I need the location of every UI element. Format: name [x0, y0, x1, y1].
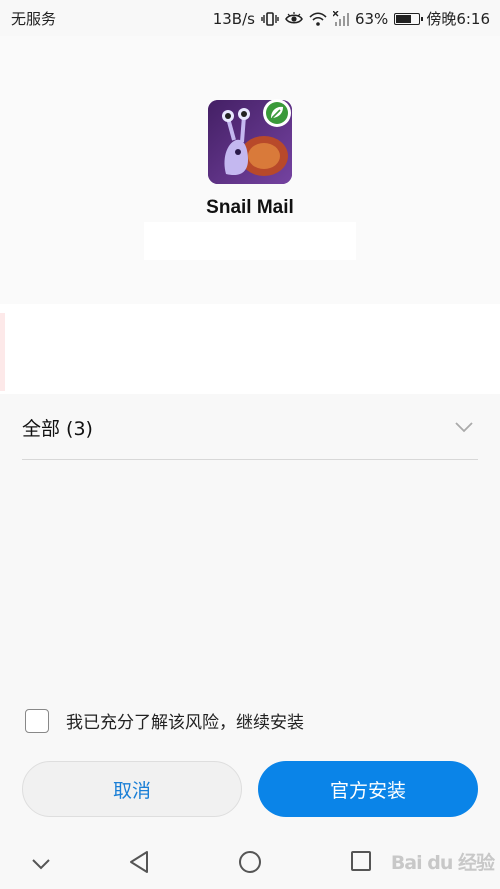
- app-name: Snail Mail: [206, 197, 294, 218]
- collapse-down-icon[interactable]: [30, 856, 52, 875]
- battery-icon: [394, 12, 424, 25]
- verified-leaf-badge-icon: [262, 98, 292, 132]
- app-header: Snail Mail: [0, 36, 500, 304]
- recents-icon[interactable]: [350, 850, 372, 876]
- no-signal-icon: [332, 10, 349, 27]
- info-band: [0, 304, 500, 394]
- status-icons: 13B/s 63% 傍晚6:16: [213, 8, 490, 29]
- status-bar: 无服务 13B/s 63% 傍晚6:16: [0, 0, 500, 36]
- net-speed: 13B/s: [212, 9, 255, 28]
- filter-label: 全部 (3): [22, 418, 93, 440]
- vibrate-icon: [261, 11, 279, 27]
- navigation-bar: Bai du 经验: [0, 836, 500, 889]
- back-icon[interactable]: [128, 850, 150, 878]
- eye-icon: [285, 11, 303, 26]
- clock: 傍晚6:16: [426, 10, 490, 28]
- watermark: Bai du 经验: [390, 852, 495, 874]
- official-install-button[interactable]: 官方安装: [258, 761, 478, 817]
- battery-level: [396, 14, 412, 23]
- battery-percent: 63%: [354, 9, 389, 28]
- agree-label: 我已充分了解该风险，继续安装: [66, 713, 304, 733]
- cancel-button[interactable]: 取消: [22, 761, 242, 817]
- chevron-down-icon[interactable]: [454, 418, 474, 437]
- agree-checkbox[interactable]: [25, 708, 49, 733]
- carrier-label: 无服务: [11, 10, 57, 28]
- wifi-icon: [309, 11, 327, 26]
- risk-marker: [0, 313, 5, 391]
- permission-filter-dropdown[interactable]: 全部 (3): [22, 394, 478, 460]
- app-info-placeholder: [144, 222, 356, 260]
- home-icon[interactable]: [238, 850, 262, 878]
- risk-agreement[interactable]: 我已充分了解该风险，继续安装: [25, 708, 304, 733]
